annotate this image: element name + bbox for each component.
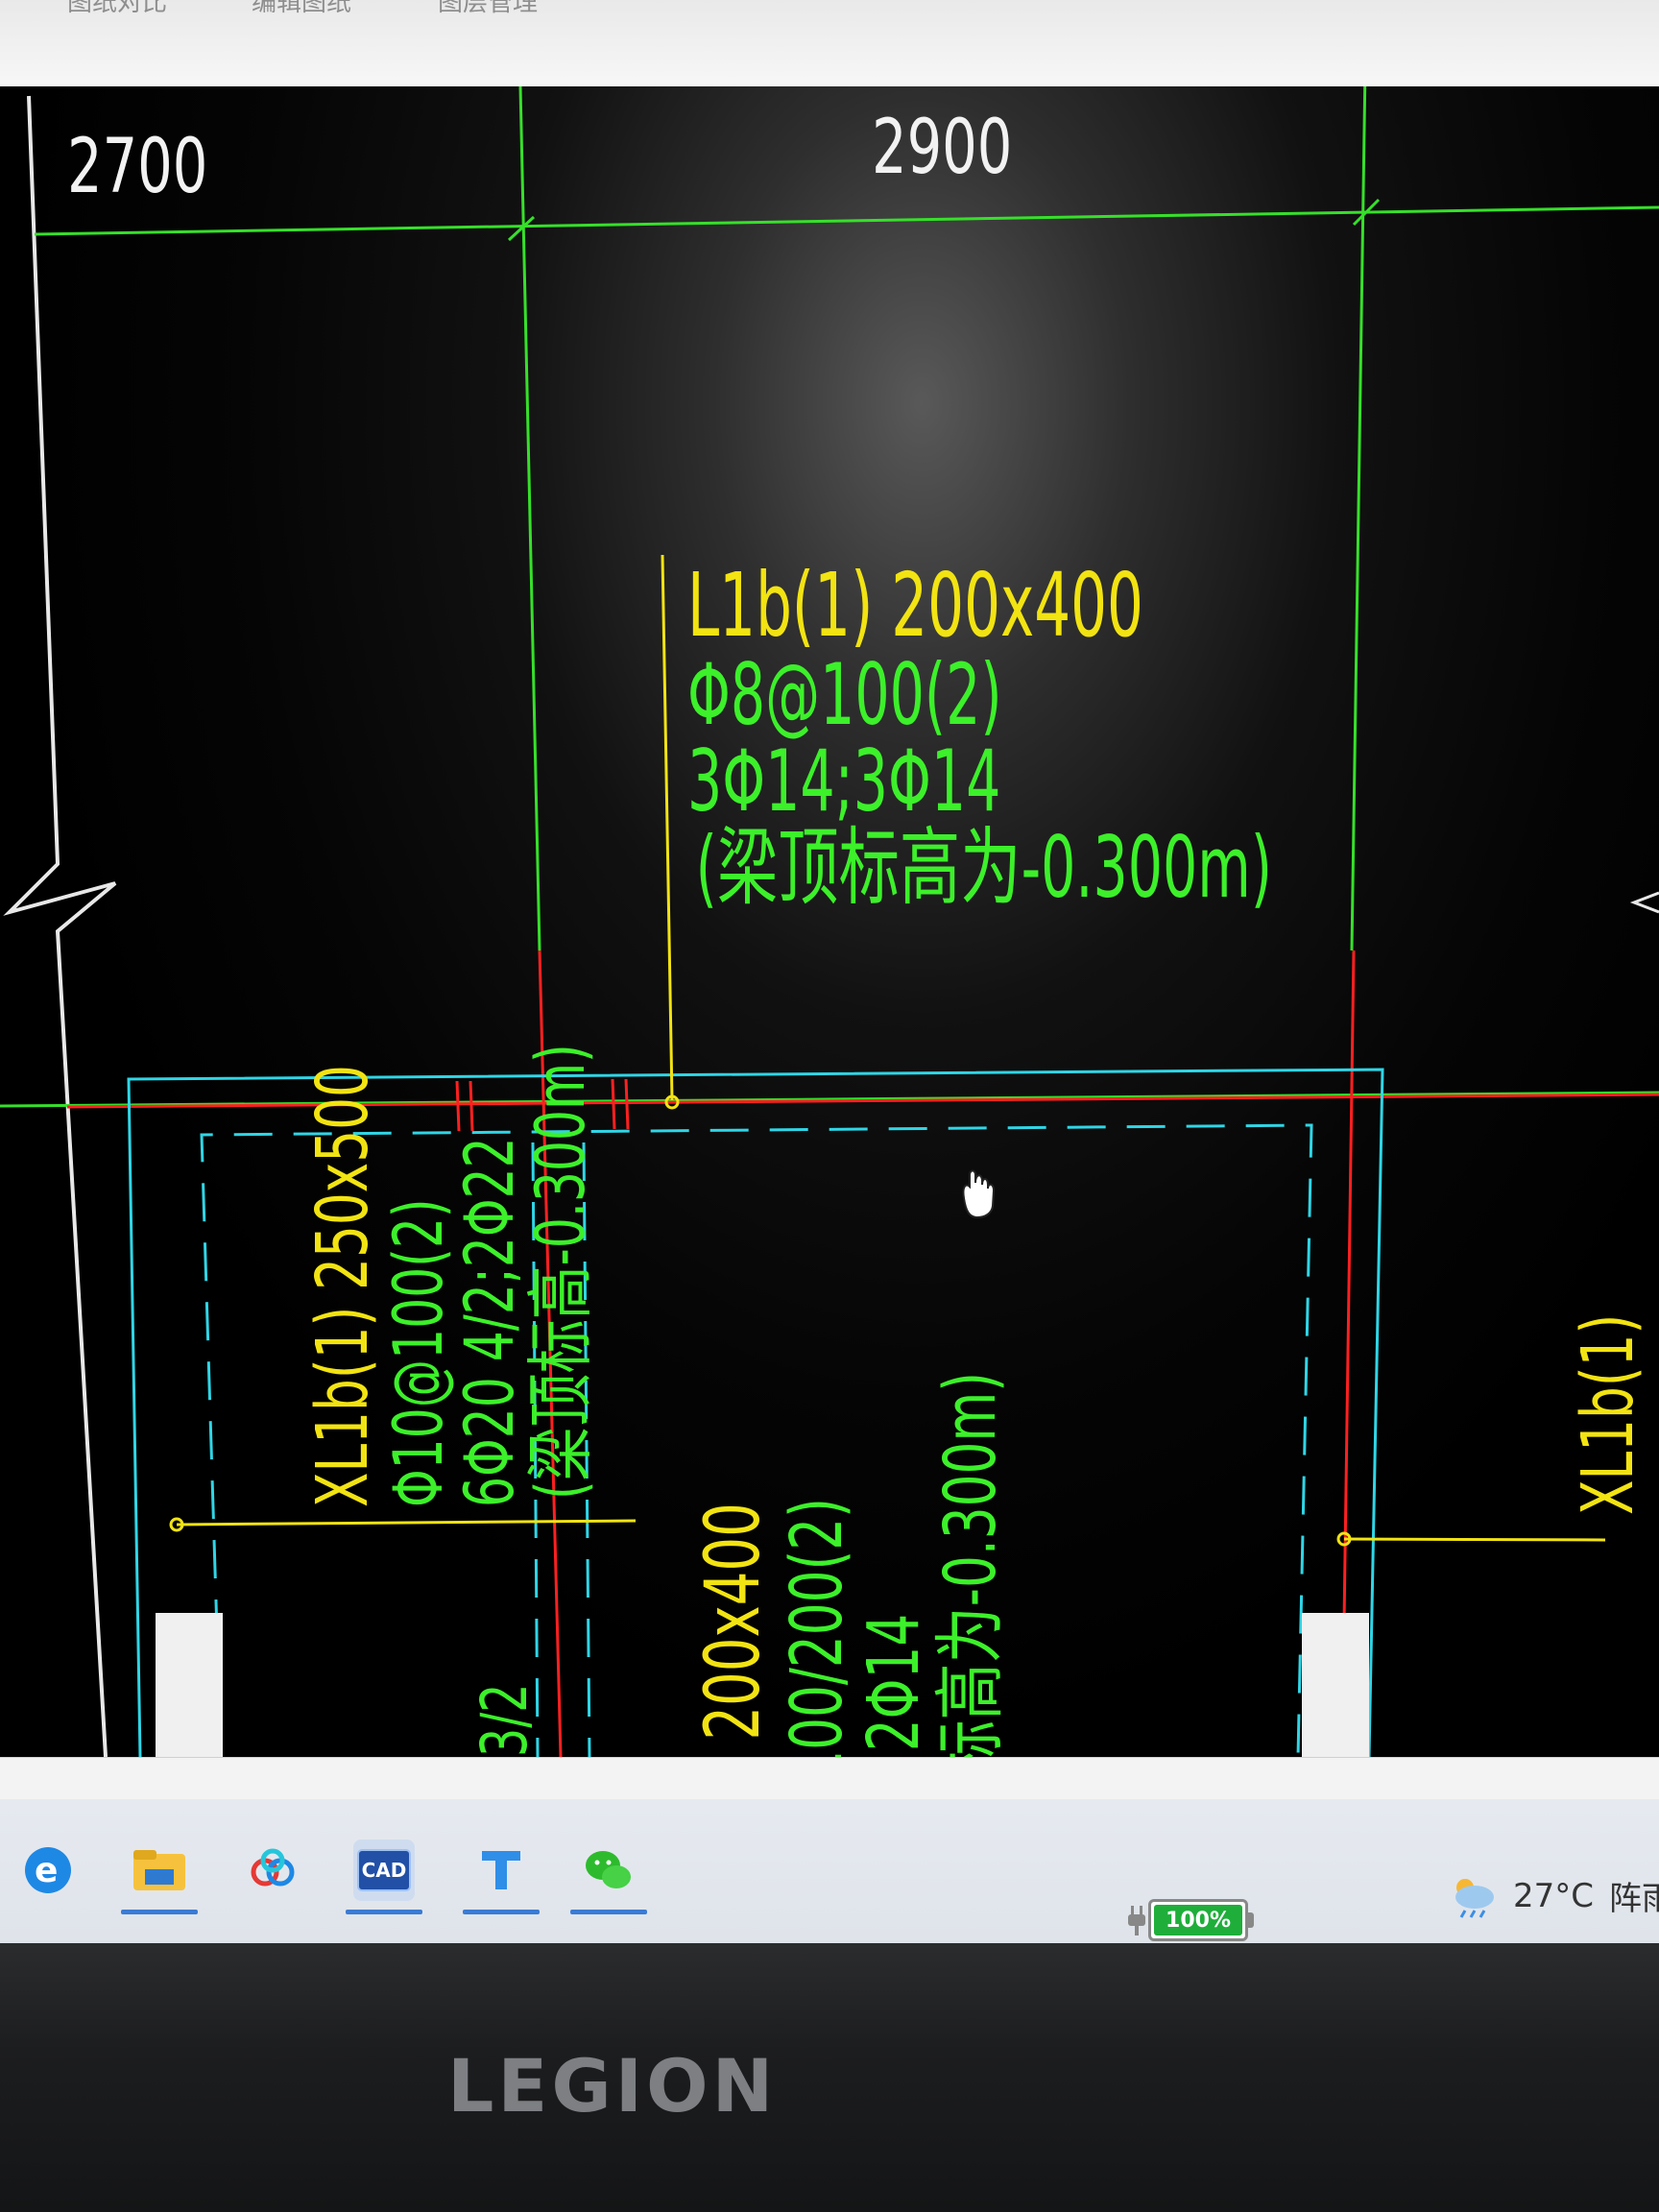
weather-description: 阵雨 xyxy=(1609,1880,1659,1918)
wechat-active-indicator xyxy=(570,1910,647,1914)
cad-active-indicator xyxy=(346,1910,422,1914)
battery-tip xyxy=(1248,1912,1254,1928)
l1b-stirrup: Φ8@100(2) xyxy=(687,647,1002,745)
text-editor-active-indicator xyxy=(463,1910,540,1914)
xl1b-right-leader-line xyxy=(1343,1537,1606,1542)
dimension-line-top xyxy=(34,205,1659,236)
partial-beam-elevation: 页标高为-0.300m) xyxy=(929,1372,1012,1757)
cad-drawing[interactable]: 2700 2900 L1b(1) 200x400 Φ8@100(2) 3Φ14;… xyxy=(0,86,1659,1757)
wechat-icon[interactable] xyxy=(570,1839,647,1914)
rain-cloud-icon xyxy=(1455,1878,1494,1918)
dimension-tick-1 xyxy=(507,215,536,242)
xl1b-left-stirrup: Φ10@100(2) xyxy=(379,1198,458,1507)
partial-beam-rebar: 20;2Φ14 xyxy=(853,1614,935,1757)
battery-body: 100% xyxy=(1148,1899,1248,1941)
l1b-leader-line xyxy=(661,554,674,1101)
l1b-elevation: (梁顶标高为-0.300m) xyxy=(696,820,1272,918)
weather-temperature: 27°C xyxy=(1513,1876,1595,1915)
cad-icon-label: CAD xyxy=(357,1849,411,1891)
laptop-bezel: LEGION xyxy=(0,1943,1659,2212)
cad-viewport[interactable]: 2700 2900 L1b(1) 200x400 Φ8@100(2) 3Φ14;… xyxy=(0,86,1659,1757)
top-tab-layers[interactable]: 图层管理 xyxy=(438,0,538,18)
partial-left-label: 3/2 xyxy=(469,1684,541,1757)
xl1b-right-annotation: XL1b(1) xyxy=(1567,1314,1649,1515)
battery-indicator[interactable]: 100% xyxy=(1125,1899,1254,1941)
l1b-rebar: 3Φ14;3Φ14 xyxy=(687,733,1000,831)
break-line-left xyxy=(3,95,117,1757)
partial-beam-stirrup: @100/200(2) xyxy=(776,1498,858,1757)
grid-line-horizontal xyxy=(0,1091,1659,1108)
dimension-2700: 2700 xyxy=(67,123,207,210)
xl1b-left-elevation: (梁顶标高-0.300m) xyxy=(521,1044,600,1500)
l1b-annotation: L1b(1) 200x400 Φ8@100(2) 3Φ14;3Φ14 (梁顶标高… xyxy=(687,554,1272,918)
status-strip xyxy=(0,1757,1659,1800)
xl1b-left-title: XL1b(1) 250x500 xyxy=(301,1065,384,1507)
baidu-netdisk-icon[interactable] xyxy=(242,1839,303,1901)
battery-percent: 100% xyxy=(1166,1908,1231,1933)
edge-icon[interactable]: e xyxy=(17,1839,79,1901)
weather-widget[interactable]: 27°C 阵雨 xyxy=(1448,1872,1659,1919)
xl1b-left-rebar: 6Φ20 4/2;2Φ22 xyxy=(450,1137,529,1507)
l1b-title: L1b(1) 200x400 xyxy=(687,554,1143,657)
svg-text:e: e xyxy=(35,1851,58,1890)
explorer-active-indicator xyxy=(121,1910,198,1914)
grid-line-1 xyxy=(518,86,541,951)
column-fill-left xyxy=(156,1613,223,1757)
column-fill-right xyxy=(1302,1613,1369,1757)
partial-beam-annotation: (1) 200x400 @100/200(2) 20;2Φ14 页标高为-0.3… xyxy=(688,1372,1012,1757)
hand-cursor-icon xyxy=(962,1169,996,1219)
plug-icon xyxy=(1128,1906,1145,1936)
partial-beam-title: (1) 200x400 xyxy=(688,1503,777,1757)
text-editor-icon[interactable] xyxy=(463,1839,540,1914)
file-explorer-icon[interactable] xyxy=(121,1839,198,1914)
top-tab-edit[interactable]: 编辑图纸 xyxy=(252,0,351,18)
xl1b-right-title: XL1b(1) xyxy=(1567,1314,1649,1515)
partial-left-label-group: 3/2 xyxy=(469,1684,541,1757)
dimension-2900: 2900 xyxy=(872,104,1012,191)
brand-logo: LEGION xyxy=(447,2043,778,2128)
top-menu-strip: 图纸对比 编辑图纸 图层管理 xyxy=(0,0,1659,88)
top-tab-compare[interactable]: 图纸对比 xyxy=(67,0,167,18)
break-line-right xyxy=(1629,891,1659,914)
xl1b-left-annotation: XL1b(1) 250x500 Φ10@100(2) 6Φ20 4/2;2Φ22… xyxy=(301,1044,600,1507)
taskbar: e CAD xyxy=(0,1799,1659,1943)
xl1b-left-leader-line xyxy=(176,1519,637,1527)
cad-icon[interactable]: CAD xyxy=(346,1839,422,1914)
